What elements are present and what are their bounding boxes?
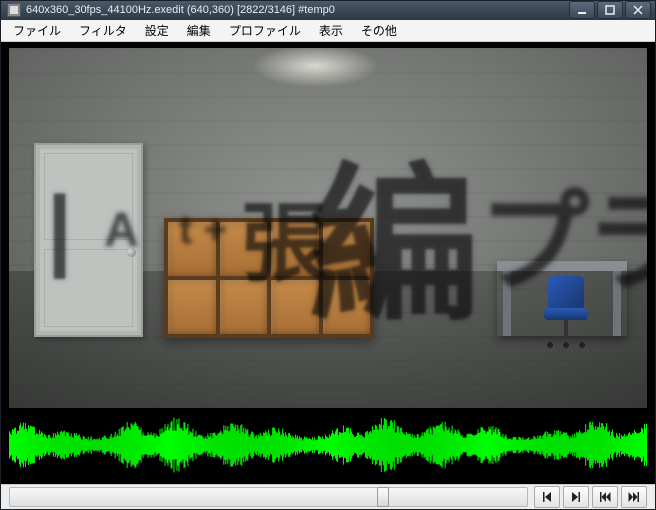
maximize-button[interactable] (597, 1, 623, 19)
menu-view[interactable]: 表示 (311, 20, 351, 41)
minimize-button[interactable] (569, 1, 595, 19)
menu-edit[interactable]: 編集 (179, 20, 219, 41)
video-preview[interactable]: | A t + 張 編 プラ (9, 48, 647, 408)
transport-bar (1, 484, 655, 509)
menubar: ファイル フィルタ 設定 編集 プロファイル 表示 その他 (1, 20, 655, 42)
seek-slider[interactable] (9, 487, 528, 507)
menu-profile[interactable]: プロファイル (221, 20, 309, 41)
menu-other[interactable]: その他 (353, 20, 405, 41)
window-controls (569, 1, 651, 19)
scene-door (34, 143, 143, 337)
scene-bookshelf (164, 218, 374, 338)
waveform-svg (9, 412, 647, 478)
step-forward-button[interactable] (563, 486, 589, 508)
menu-settings[interactable]: 設定 (137, 20, 177, 41)
transport-buttons (534, 486, 647, 508)
window-title: 640x360_30fps_44100Hz.exedit (640,360) [… (26, 4, 569, 16)
app-window: 640x360_30fps_44100Hz.exedit (640,360) [… (0, 0, 656, 510)
scene-door-knob (127, 248, 136, 257)
app-icon (7, 3, 21, 17)
scene-chair (540, 276, 592, 348)
step-back-button[interactable] (534, 486, 560, 508)
go-first-button[interactable] (592, 486, 618, 508)
menu-file[interactable]: ファイル (5, 20, 69, 41)
audio-waveform[interactable] (9, 412, 647, 478)
video-frame: | A t + 張 編 プラ (9, 48, 647, 408)
go-last-button[interactable] (621, 486, 647, 508)
content-area: | A t + 張 編 プラ (1, 42, 655, 484)
titlebar[interactable]: 640x360_30fps_44100Hz.exedit (640,360) [… (1, 1, 655, 20)
seek-thumb[interactable] (377, 487, 389, 507)
menu-filter[interactable]: フィルタ (71, 20, 135, 41)
close-button[interactable] (625, 1, 651, 19)
